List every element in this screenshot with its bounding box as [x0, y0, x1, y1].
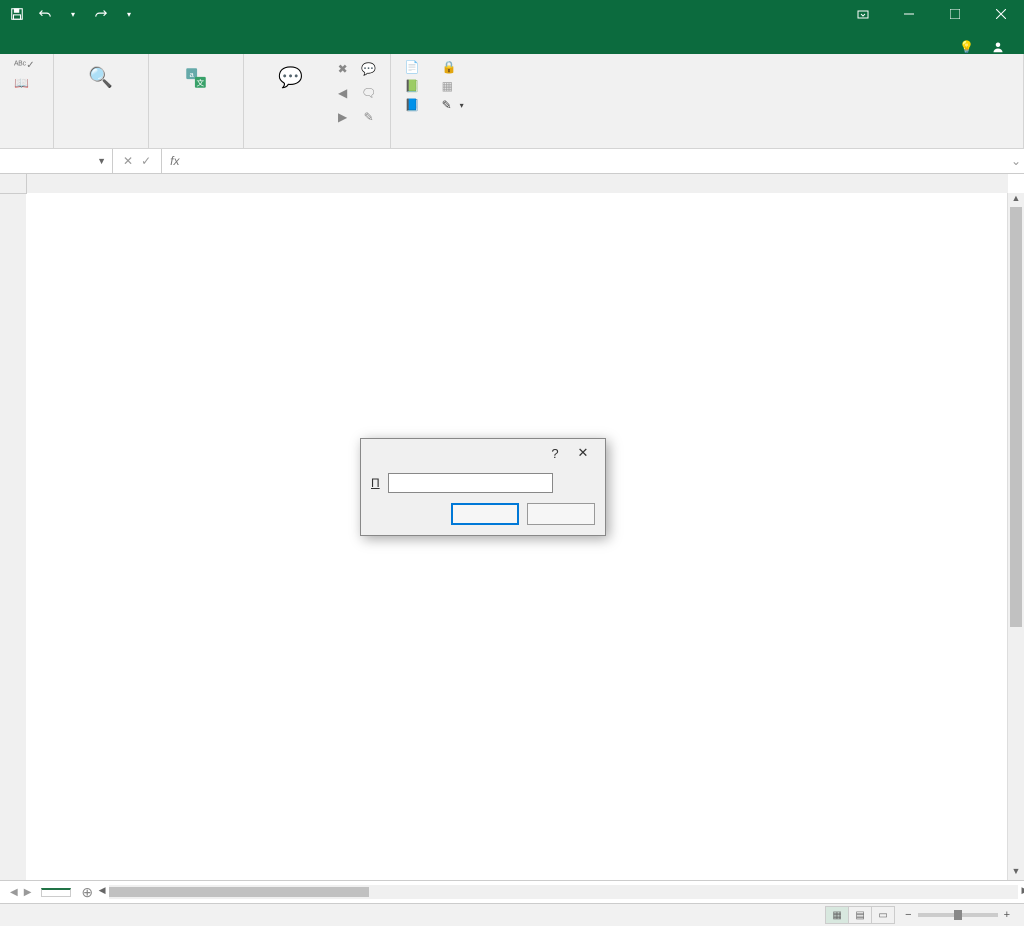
column-headers — [26, 174, 1008, 193]
group-changes: 📄 📗 📘 🔒 ▦ ✎ ▾ — [391, 54, 1024, 148]
name-box-input[interactable] — [6, 153, 80, 169]
group-language: a文 — [149, 54, 244, 148]
name-box[interactable]: ▼ — [0, 149, 113, 173]
bulb-icon: 💡 — [959, 40, 974, 54]
unprotect-sheet-dialog: ? ✕ П /*label hack for underline*/ — [360, 438, 606, 536]
ok-button[interactable] — [451, 503, 519, 525]
view-normal-icon[interactable]: ▦ — [826, 907, 849, 923]
ranges-icon: ▦ — [442, 79, 453, 93]
sheet-nav: ◀ ▶ — [0, 887, 41, 898]
vscroll-thumb[interactable] — [1010, 207, 1022, 627]
book-icon: 📖 — [14, 76, 29, 90]
show-all-comments-icon: 🗨 — [358, 82, 380, 104]
name-box-dropdown-icon[interactable]: ▼ — [97, 156, 106, 166]
cancel-formula-icon[interactable]: ✕ — [123, 154, 133, 168]
ribbon-options-icon[interactable] — [840, 0, 886, 28]
zoom-out-button[interactable]: − — [905, 909, 911, 921]
protect-and-share-button[interactable]: 🔒 — [438, 58, 468, 76]
formula-input[interactable] — [187, 154, 1016, 168]
cancel-button[interactable] — [527, 503, 595, 525]
view-page-layout-icon[interactable]: ▤ — [849, 907, 872, 923]
scroll-down-icon[interactable]: ▼ — [1008, 866, 1024, 880]
svg-text:文: 文 — [196, 78, 204, 88]
ribbon-tabs: 💡 — [0, 28, 1024, 54]
help-button[interactable]: 💡 — [959, 40, 978, 54]
search-icon: 🔍 — [85, 62, 117, 94]
scroll-right-icon[interactable]: ▶ — [1018, 885, 1024, 899]
prev-comment-icon: ◀ — [332, 82, 354, 104]
undo-icon[interactable] — [34, 3, 56, 25]
expand-formula-bar-icon[interactable]: ⌄ — [1008, 154, 1024, 168]
window-controls — [840, 0, 1024, 28]
dialog-help-button[interactable]: ? — [543, 443, 567, 463]
track-icon: ✎ — [442, 98, 452, 112]
allow-edit-ranges-button: ▦ — [438, 77, 468, 95]
formula-bar: ▼ ✕ ✓ fx ⌄ — [0, 149, 1024, 174]
spelling-button[interactable]: ᴬᴮᶜ✓ — [10, 58, 43, 73]
translate-icon: a文 — [180, 62, 212, 94]
zoom-slider[interactable] — [918, 913, 998, 917]
scroll-left-icon[interactable]: ◀ — [95, 885, 109, 899]
fx-icon[interactable]: fx — [162, 154, 187, 168]
horizontal-scrollbar[interactable]: ◀ ▶ — [109, 885, 1018, 899]
sheet-prev-icon[interactable]: ◀ — [10, 887, 18, 898]
select-all-corner[interactable] — [0, 174, 27, 194]
delete-comment-icon: ✖ — [332, 58, 354, 80]
cells-area[interactable] — [26, 193, 1008, 880]
sheet-lock-icon: 📄 — [405, 60, 420, 74]
group-insights: 🔍 — [54, 54, 149, 148]
undo-dropdown-icon[interactable]: ▾ — [62, 3, 84, 25]
zoom-controls: − + — [905, 909, 1016, 921]
status-bar: ▦ ▤ ▭ − + — [0, 903, 1024, 926]
dialog-titlebar[interactable]: ? ✕ — [361, 439, 605, 467]
share-workbook-icon: 📘 — [405, 98, 420, 112]
vertical-scrollbar[interactable]: ▲ ▼ — [1007, 193, 1024, 880]
sheet-next-icon[interactable]: ▶ — [24, 887, 32, 898]
view-page-break-icon[interactable]: ▭ — [872, 907, 894, 923]
enter-formula-icon[interactable]: ✓ — [141, 154, 151, 168]
hscroll-thumb[interactable] — [109, 887, 369, 897]
dialog-close-button[interactable]: ✕ — [571, 443, 595, 463]
smart-lookup-button: 🔍 — [64, 58, 138, 100]
scroll-up-icon[interactable]: ▲ — [1008, 193, 1024, 207]
new-comment-button: 💬 — [254, 58, 328, 100]
minimize-button[interactable] — [886, 0, 932, 28]
show-comment-icon: 💬 — [358, 58, 380, 80]
ribbon: ᴬᴮᶜ✓ 📖 🔍 a文 💬 ✖ — [0, 54, 1024, 149]
save-icon[interactable] — [6, 3, 28, 25]
abc-icon: ᴬᴮᶜ✓ — [14, 60, 35, 71]
group-comments: 💬 ✖ ◀ ▶ 💬 🗨 ✎ — [244, 54, 391, 148]
redo-icon[interactable] — [90, 3, 112, 25]
password-input[interactable] — [388, 473, 553, 493]
qat-customize-icon[interactable]: ▾ — [118, 3, 140, 25]
next-comment-icon: ▶ — [332, 106, 354, 128]
sheet-tab[interactable] — [41, 888, 71, 897]
maximize-button[interactable] — [932, 0, 978, 28]
workbook-lock-icon: 📗 — [405, 79, 420, 93]
translate-button[interactable]: a文 — [159, 58, 233, 100]
comment-icon: 💬 — [275, 62, 307, 94]
track-changes-button[interactable]: ✎ ▾ — [438, 96, 468, 114]
password-label: П — [371, 476, 380, 490]
title-bar: ▾ ▾ — [0, 0, 1024, 28]
tab-file[interactable] — [4, 44, 36, 54]
quick-access-toolbar: ▾ ▾ — [0, 3, 146, 25]
protect-workbook-button[interactable]: 📗 — [401, 77, 428, 95]
show-ink-icon: ✎ — [358, 106, 380, 128]
sheet-tab-bar: ◀ ▶ ⊕ ◀ ▶ — [0, 880, 1024, 903]
person-icon — [992, 41, 1004, 53]
share-workbook-button[interactable]: 📘 — [401, 96, 428, 114]
share-button[interactable] — [992, 41, 1008, 53]
zoom-in-button[interactable]: + — [1004, 909, 1010, 921]
unprotect-sheet-button[interactable]: 📄 — [401, 58, 428, 76]
group-proofing: ᴬᴮᶜ✓ 📖 — [0, 54, 54, 148]
row-headers — [0, 193, 26, 880]
close-button[interactable] — [978, 0, 1024, 28]
thesaurus-button[interactable]: 📖 — [10, 74, 43, 92]
protect-share-icon: 🔒 — [442, 60, 457, 74]
